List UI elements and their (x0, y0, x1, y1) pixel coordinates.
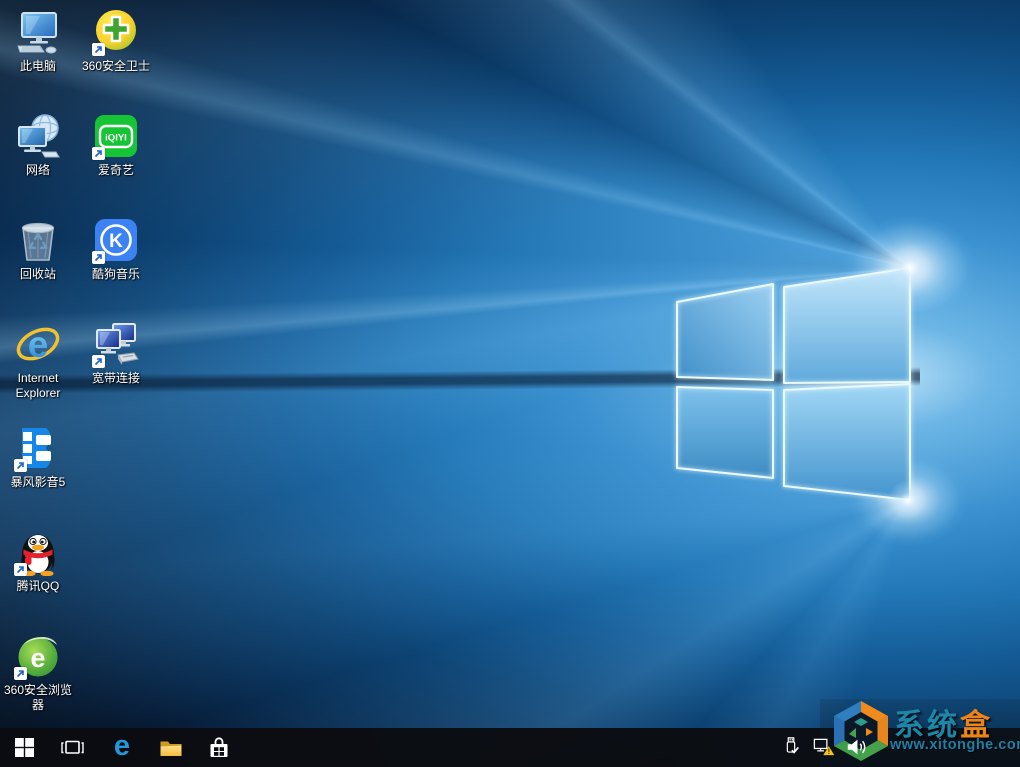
desktop-icon-this-pc[interactable]: 此电脑 (0, 2, 76, 74)
internet-explorer-icon: e (14, 320, 62, 368)
windows-desktop: 此电脑 360安全卫士 网络 iQIYI 爱奇艺 回收站 K 酷狗音乐 e In… (0, 0, 1020, 767)
desktop-icon-360-safeguard[interactable]: 360安全卫士 (78, 2, 154, 74)
desktop-icon-iqiyi[interactable]: iQIYI 爱奇艺 (78, 106, 154, 178)
kugou-k-glyph: K (109, 231, 123, 252)
icon-label: 宽带连接 (91, 371, 140, 385)
network-warning-icon[interactable] (810, 734, 836, 760)
kugou-music-icon: K (92, 216, 140, 264)
desktop-icon-network[interactable]: 网络 (0, 106, 76, 178)
icon-label: 回收站 (19, 267, 56, 281)
desktop-icon-kugou-music[interactable]: K 酷狗音乐 (78, 210, 154, 282)
desktop-icon-baofeng-player[interactable]: 暴风影音5 (0, 418, 76, 490)
icon-label: 360安全卫士 (81, 59, 151, 73)
store-bag-icon (210, 736, 228, 757)
icon-label: 酷狗音乐 (91, 267, 140, 281)
store-button[interactable] (197, 728, 241, 767)
icon-label: Internet Explorer (15, 371, 61, 400)
broadband-connection-icon (92, 320, 140, 368)
start-button[interactable] (2, 728, 46, 767)
network-icon (14, 112, 62, 160)
shortcut-arrow-icon (14, 459, 27, 472)
shortcut-arrow-icon (92, 355, 105, 368)
iqiyi-wordmark: iQIYI (105, 133, 127, 144)
icon-label: 此电脑 (19, 59, 56, 73)
icon-label: 网络 (25, 163, 50, 177)
volume-icon[interactable] (844, 734, 870, 760)
shortcut-arrow-icon (14, 667, 27, 680)
icon-label: 爱奇艺 (97, 163, 134, 177)
windows-flag-icon (14, 738, 34, 757)
task-view-button[interactable] (50, 728, 94, 767)
iqiyi-icon: iQIYI (92, 112, 140, 160)
shortcut-arrow-icon (14, 563, 27, 576)
desktop-icon-recycle-bin[interactable]: 回收站 (0, 210, 76, 282)
icon-label: 腾讯QQ (16, 579, 60, 593)
desktop-icon-internet-explorer[interactable]: e Internet Explorer (0, 314, 76, 401)
task-view-icon (60, 740, 84, 754)
tencent-qq-icon (14, 528, 62, 577)
svg-text:e: e (30, 643, 45, 673)
icon-label: 360安全浏览器 (3, 683, 73, 712)
folder-icon (160, 741, 182, 756)
desktop-icon-360-browser[interactable]: e 360安全浏览器 (0, 626, 76, 713)
desktop-icon-tencent-qq[interactable]: 腾讯QQ (0, 522, 76, 594)
desktop-icon-broadband-connection[interactable]: 宽带连接 (78, 314, 154, 386)
baofeng-player-icon (14, 424, 62, 472)
shortcut-arrow-icon (92, 251, 105, 264)
edge-button[interactable]: e (100, 728, 144, 767)
watermark-url: www.xitonghe.com (890, 737, 1020, 753)
windows-hero-logo (676, 244, 934, 520)
svg-text:e: e (28, 324, 49, 365)
shortcut-arrow-icon (92, 43, 105, 56)
this-pc-icon (14, 8, 62, 56)
shortcut-arrow-icon (92, 147, 105, 160)
recycle-bin-icon (14, 216, 62, 264)
360-browser-icon: e (14, 632, 62, 680)
file-explorer-button[interactable] (149, 728, 193, 767)
usb-device-icon[interactable] (778, 734, 804, 760)
icon-label: 暴风影音5 (10, 475, 66, 489)
360-safeguard-icon (92, 8, 140, 56)
edge-icon: e (113, 730, 131, 762)
